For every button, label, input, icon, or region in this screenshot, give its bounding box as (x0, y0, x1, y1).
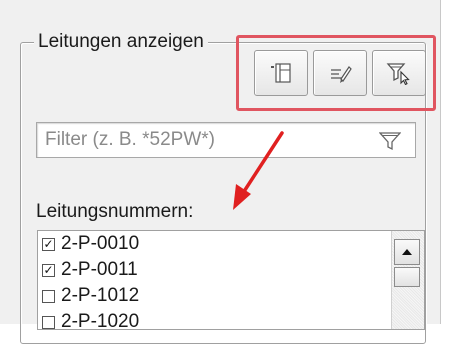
item-label: 2-P-1020 (61, 311, 140, 330)
line-numbers-label: Leitungsnummern: (36, 201, 194, 222)
item-checkbox[interactable]: ✓ (42, 263, 55, 277)
filter-field[interactable] (36, 122, 416, 158)
group-title: Leitungen anzeigen (34, 30, 208, 54)
list-item[interactable]: 2-P-1012 (42, 284, 139, 308)
scroll-thumb[interactable] (394, 267, 420, 287)
item-checkbox[interactable]: ✓ (42, 237, 55, 251)
scroll-up-button[interactable] (394, 239, 420, 265)
item-label: 2-P-1012 (61, 285, 140, 306)
toolbar-highlight-box (236, 35, 436, 111)
adjacent-pane-edge (440, 0, 456, 324)
item-label: 2-P-0011 (61, 259, 138, 280)
line-numbers-list[interactable]: ✓ 2-P-0010 ✓ 2-P-0011 2-P-1012 2-P-1020 (37, 230, 425, 330)
item-checkbox[interactable] (42, 289, 55, 303)
list-item[interactable]: 2-P-1020 (42, 310, 140, 330)
item-label: 2-P-0010 (61, 233, 140, 254)
list-item[interactable]: ✓ 2-P-0010 (42, 232, 139, 256)
list-item[interactable]: ✓ 2-P-0011 (42, 258, 138, 282)
item-checkbox[interactable] (42, 315, 55, 329)
filter-input[interactable] (41, 126, 369, 154)
triangle-up-icon (402, 249, 412, 255)
funnel-icon[interactable] (379, 131, 401, 151)
list-scrollbar[interactable] (391, 231, 424, 329)
